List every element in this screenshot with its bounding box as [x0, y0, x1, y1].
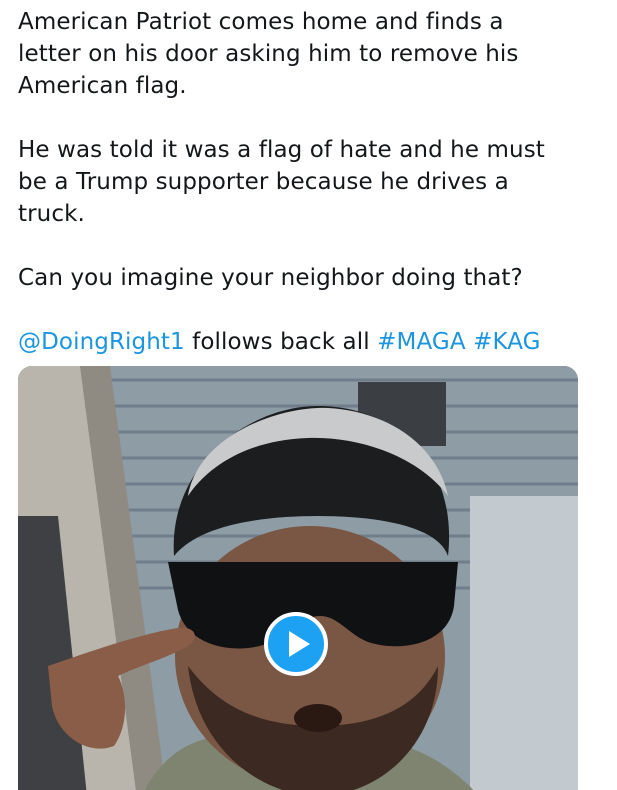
- text-line: American Patriot comes home and finds a: [18, 9, 504, 35]
- tweet-paragraph-3: Can you imagine your neighbor doing that…: [18, 262, 608, 294]
- text-line: Can you imagine your neighbor doing that…: [18, 265, 523, 291]
- tweet-paragraph-1: American Patriot comes home and finds a …: [18, 6, 608, 102]
- play-icon: [289, 631, 310, 657]
- tweet-paragraph-4: @DoingRight1 follows back all #MAGA #KAG: [18, 326, 608, 358]
- text-line: be a Trump supporter because he drives a: [18, 169, 509, 195]
- play-button[interactable]: [264, 612, 328, 676]
- tweet-paragraph-2: He was told it was a flag of hate and he…: [18, 134, 608, 230]
- follow-text: follows back all: [184, 329, 378, 355]
- right-wall: [470, 496, 578, 790]
- text-line: letter on his door asking him to remove …: [18, 41, 519, 67]
- tweet: American Patriot comes home and finds a …: [0, 0, 617, 790]
- mention-link[interactable]: @DoingRight1: [18, 329, 185, 355]
- text-line: American flag.: [18, 73, 187, 99]
- video-thumbnail: [18, 366, 578, 790]
- mouth: [294, 704, 342, 732]
- video-player[interactable]: [18, 366, 578, 790]
- hashtag-maga-link[interactable]: #MAGA: [377, 329, 466, 355]
- text-line: He was told it was a flag of hate and he…: [18, 137, 545, 163]
- text-line: truck.: [18, 201, 85, 227]
- hashtag-kag-link[interactable]: #KAG: [473, 329, 541, 355]
- tweet-text: American Patriot comes home and finds a …: [18, 6, 608, 358]
